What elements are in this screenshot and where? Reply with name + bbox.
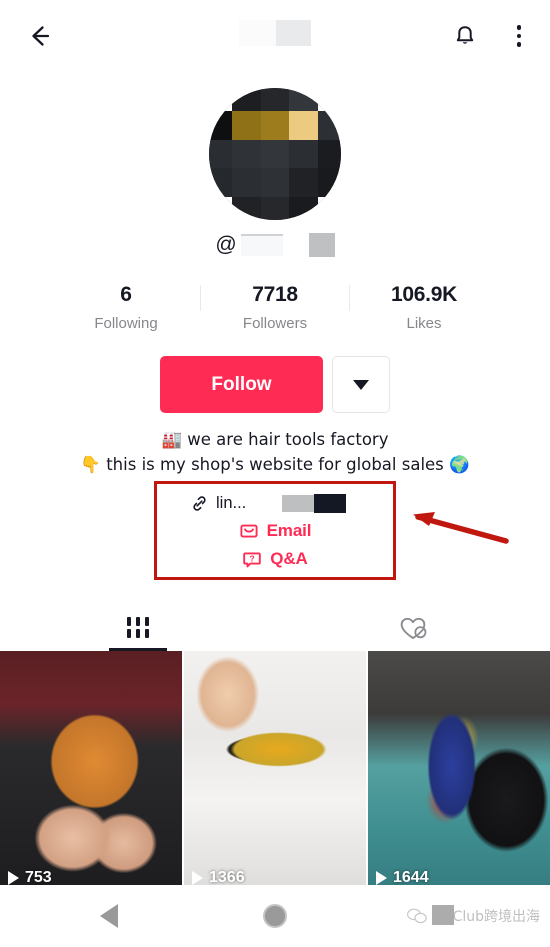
profile-stats: 6 Following 7718 Followers 106.9K Likes (0, 282, 550, 334)
redaction-block (240, 234, 283, 256)
avatar-mosaic-cell (209, 88, 232, 111)
redaction-block (314, 493, 347, 513)
play-icon (192, 871, 203, 885)
avatar-mosaic-cell (260, 139, 290, 169)
avatar-mosaic-cell (209, 139, 232, 169)
redaction-block (308, 233, 335, 257)
avatar-mosaic-cell (289, 110, 319, 140)
avatar-mosaic-cell (231, 139, 261, 169)
email-label: Email (266, 521, 312, 540)
avatar-mosaic-cell (209, 110, 232, 140)
more-vertical-icon (516, 25, 522, 47)
grid-icon (126, 617, 149, 638)
username-row: @ (0, 230, 550, 260)
avatar-pixelated-overlay (209, 88, 341, 220)
envelope-icon (240, 524, 258, 538)
avatar-mosaic-cell (289, 168, 319, 198)
top-app-bar (0, 0, 550, 72)
avatar[interactable] (209, 88, 341, 220)
avatar-mosaic-cell (260, 168, 290, 198)
redaction-block (276, 20, 311, 46)
tab-liked[interactable] (275, 604, 550, 651)
stat-likes[interactable]: 106.9K Likes (370, 282, 478, 334)
chevron-down-icon (353, 379, 369, 390)
avatar-mosaic-cell (318, 110, 341, 140)
avatar-mosaic-cell (260, 197, 290, 220)
divider (349, 285, 350, 311)
qa-label: Q&A (270, 549, 308, 568)
avatar-mosaic-cell (318, 139, 341, 169)
stat-followers[interactable]: 7718 Followers (221, 282, 329, 334)
redaction-block (432, 905, 455, 925)
play-icon (8, 871, 19, 885)
video-grid: 753 1366 1644 (0, 651, 550, 891)
follow-button[interactable]: Follow (160, 356, 323, 413)
avatar-mosaic-cell (231, 197, 261, 220)
avatar-mosaic-cell (209, 168, 232, 198)
email-link-row[interactable]: Email (154, 517, 396, 545)
question-bubble-icon: ? (243, 552, 261, 568)
bio-line-2: 👇 this is my shop's website for global s… (80, 455, 470, 474)
avatar-mosaic-cell (231, 110, 261, 140)
link-icon (193, 495, 206, 511)
avatar-mosaic-cell (318, 88, 341, 111)
nav-back-button[interactable] (100, 904, 118, 928)
annotation-arrow-icon (413, 512, 509, 544)
stat-label: Followers (242, 315, 308, 332)
stat-value: 106.9K (391, 283, 457, 306)
tab-videos[interactable] (0, 604, 275, 651)
redaction-block (282, 494, 315, 512)
profile-links: lin... Email ? Q&A (154, 481, 396, 580)
redaction-block (239, 20, 276, 46)
notifications-button[interactable] (448, 19, 482, 53)
video-thumbnail-2[interactable]: 1366 (184, 651, 366, 891)
stat-value: 7718 (252, 283, 298, 306)
watermark: TikClub跨境出海 (406, 905, 540, 926)
stat-following[interactable]: 6 Following (72, 282, 180, 334)
avatar-mosaic-cell (289, 88, 319, 111)
heart-slash-icon (400, 617, 426, 639)
avatar-mosaic-cell (209, 197, 232, 220)
nav-home-button[interactable] (263, 904, 287, 928)
qa-link-row[interactable]: ? Q&A (154, 545, 396, 573)
video-thumbnail-3[interactable]: 1644 (368, 651, 550, 891)
website-link-row[interactable]: lin... (154, 489, 396, 517)
more-options-button[interactable] (502, 19, 536, 53)
avatar-mosaic-cell (289, 139, 319, 169)
follow-actions: Follow (0, 356, 550, 413)
svg-text:?: ? (250, 554, 255, 564)
stat-value: 6 (120, 283, 132, 306)
profile-links-section: lin... Email ? Q&A (154, 481, 509, 580)
avatar-container (0, 88, 550, 220)
username-prefix: @ (215, 233, 237, 256)
bio-line-1: 🏭 we are hair tools factory (161, 430, 389, 449)
tiktok-profile-screen: @ 6 Following 7718 Followers 106.9K Like… (0, 0, 550, 947)
profile-bio: 🏭 we are hair tools factory 👇 this is my… (0, 427, 550, 477)
avatar-mosaic-cell (260, 88, 290, 111)
android-navigation-bar: TikClub跨境出海 (0, 885, 550, 947)
wechat-icon (407, 908, 428, 924)
divider (200, 285, 201, 311)
stat-label: Following (94, 315, 158, 332)
avatar-mosaic-cell (231, 168, 261, 198)
play-icon (376, 871, 387, 885)
profile-tabs (0, 604, 550, 651)
website-link-text: lin... (216, 493, 247, 512)
avatar-mosaic-cell (289, 197, 319, 220)
avatar-mosaic-cell (318, 168, 341, 198)
back-button[interactable] (22, 19, 56, 53)
bell-icon (456, 26, 474, 44)
avatar-mosaic-cell (318, 197, 341, 220)
arrow-left-icon (32, 26, 50, 46)
avatar-mosaic-cell (231, 88, 261, 111)
avatar-mosaic-cell (260, 110, 290, 140)
video-thumbnail-1[interactable]: 753 (0, 651, 182, 891)
stat-label: Likes (406, 315, 442, 332)
follow-dropdown-button[interactable] (332, 356, 390, 413)
top-bar-actions (448, 0, 536, 72)
